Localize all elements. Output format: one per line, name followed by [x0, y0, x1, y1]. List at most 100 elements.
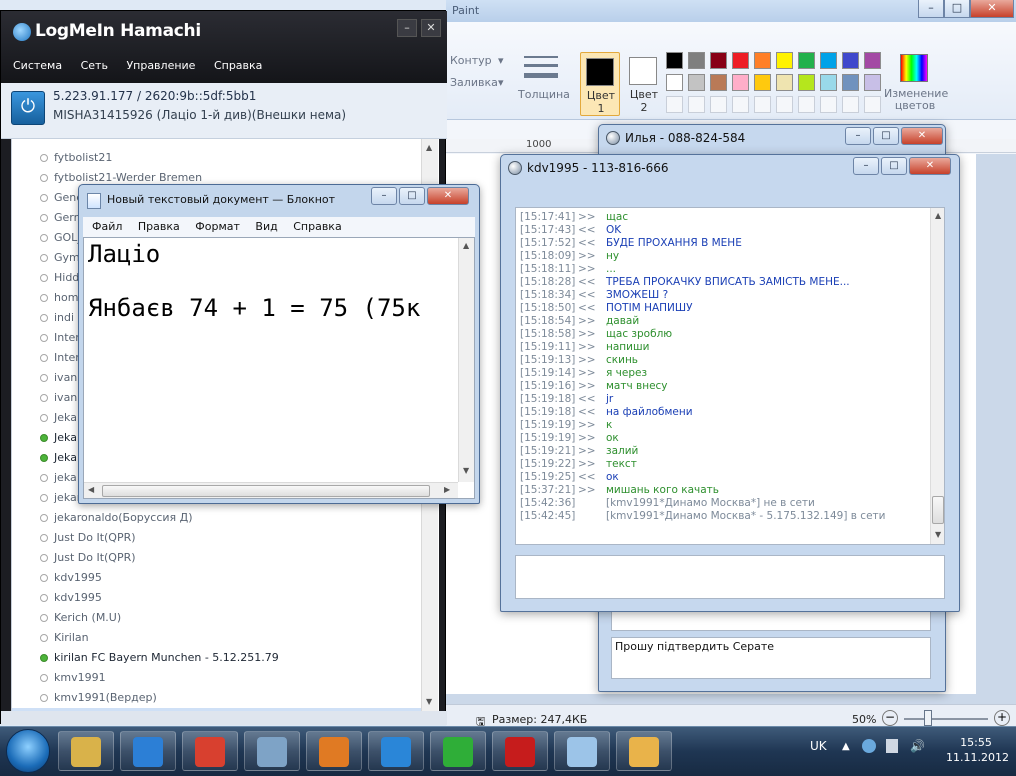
volume-icon[interactable]: 🔊 — [910, 739, 925, 753]
palette-swatch[interactable] — [732, 74, 749, 91]
tray-clock[interactable]: 15:55 11.11.2012 — [946, 735, 1009, 765]
chat-back-minimize-button[interactable]: – — [845, 127, 871, 145]
palette-swatch[interactable] — [666, 52, 683, 69]
zoom-out-button[interactable]: − — [882, 710, 898, 726]
chat-log-scrollbar[interactable]: ▲ ▼ — [930, 208, 944, 544]
peer-row[interactable]: fytbolist21 — [12, 148, 422, 168]
palette-swatch-empty[interactable] — [842, 96, 859, 113]
chat-back-input[interactable]: Прошу підтвердить Серате — [611, 637, 931, 679]
palette-swatch[interactable] — [710, 52, 727, 69]
palette-swatch[interactable] — [754, 52, 771, 69]
edit-colors-button[interactable]: Изменение цветов — [884, 88, 948, 112]
chat-back-maximize-button[interactable]: □ — [873, 127, 899, 145]
palette-swatch[interactable] — [776, 52, 793, 69]
peer-row[interactable]: kdv1995 — [12, 568, 422, 588]
taskbar-button[interactable] — [368, 731, 424, 771]
edit-colors-icon[interactable] — [900, 54, 928, 82]
scroll-down-icon[interactable]: ▼ — [463, 466, 469, 475]
outline-button[interactable]: Контур — [450, 54, 492, 67]
menu-format[interactable]: Формат — [195, 220, 240, 233]
taskbar-button[interactable] — [58, 731, 114, 771]
palette-swatch[interactable] — [864, 52, 881, 69]
palette-swatch[interactable] — [666, 74, 683, 91]
taskbar-button[interactable] — [554, 731, 610, 771]
scroll-down-icon[interactable]: ▼ — [935, 530, 941, 539]
scroll-left-icon[interactable]: ◀ — [88, 485, 94, 494]
palette-swatch-empty[interactable] — [710, 96, 727, 113]
menu-help[interactable]: Справка — [293, 220, 341, 233]
palette-swatch-empty[interactable] — [754, 96, 771, 113]
taskbar-button[interactable] — [306, 731, 362, 771]
taskbar-button[interactable] — [120, 731, 176, 771]
palette-swatch[interactable] — [820, 74, 837, 91]
zoom-slider-thumb[interactable] — [924, 710, 932, 726]
chat-scroll-thumb[interactable] — [932, 496, 944, 524]
horizontal-scroll-thumb[interactable] — [102, 485, 430, 497]
paint-maximize-button[interactable]: □ — [944, 0, 970, 18]
color2-button[interactable]: Цвет 2 — [624, 52, 664, 116]
notepad-close-button[interactable]: ✕ — [427, 187, 469, 205]
palette-swatch[interactable] — [798, 74, 815, 91]
scroll-down-icon[interactable]: ▼ — [426, 697, 432, 706]
palette-swatch[interactable] — [842, 52, 859, 69]
menu-system[interactable]: Система — [13, 59, 62, 72]
palette-swatch[interactable] — [754, 74, 771, 91]
tray-expand-icon[interactable]: ▲ — [842, 741, 850, 752]
chat-front-close-button[interactable]: ✕ — [909, 157, 951, 175]
language-indicator[interactable]: UK — [810, 739, 827, 753]
power-button[interactable]: ⏻ — [11, 91, 45, 125]
taskbar-button[interactable] — [616, 731, 672, 771]
hamachi-minimize-button[interactable]: – — [397, 19, 417, 37]
peer-row[interactable]: Just Do It(QPR) — [12, 528, 422, 548]
scroll-up-icon[interactable]: ▲ — [426, 143, 432, 152]
peer-row[interactable]: kirilan FC Bayern Munchen - 5.12.251.79 — [12, 648, 422, 668]
chat-message-log[interactable]: [15:17:41] >> щас [15:17:43] << OK [15:17:52] <… — [515, 207, 945, 545]
zoom-in-button[interactable]: + — [994, 710, 1010, 726]
chat-front-minimize-button[interactable]: – — [853, 157, 879, 175]
start-button[interactable] — [6, 729, 50, 773]
notepad-horizontal-scrollbar[interactable]: ◀ ▶ — [84, 482, 458, 498]
menu-help[interactable]: Справка — [214, 59, 262, 72]
notepad-maximize-button[interactable]: □ — [399, 187, 425, 205]
scroll-right-icon[interactable]: ▶ — [444, 485, 450, 494]
color1-button[interactable]: Цвет 1 — [580, 52, 620, 116]
palette-swatch[interactable] — [688, 74, 705, 91]
menu-file[interactable]: Файл — [92, 220, 122, 233]
menu-view[interactable]: Вид — [255, 220, 277, 233]
scroll-up-icon[interactable]: ▲ — [935, 211, 941, 220]
notepad-text-area[interactable]: Лаціо Янбаєв 74 + 1 = 75 (75к ▲ ▼ ◀ ▶ — [83, 237, 475, 499]
palette-swatch-empty[interactable] — [776, 96, 793, 113]
peer-row[interactable]: Just Do It(QPR) — [12, 548, 422, 568]
zoom-slider[interactable] — [904, 718, 988, 720]
paint-close-button[interactable]: ✕ — [970, 0, 1014, 18]
palette-swatch-empty[interactable] — [688, 96, 705, 113]
peer-row[interactable]: kmv1991(Вердер) — [12, 688, 422, 708]
palette-swatch[interactable] — [820, 52, 837, 69]
palette-swatch[interactable] — [864, 74, 881, 91]
battery-icon[interactable] — [886, 739, 898, 753]
network-status-icon[interactable] — [862, 739, 876, 753]
palette-swatch[interactable] — [710, 74, 727, 91]
hamachi-close-button[interactable]: ✕ — [421, 19, 441, 37]
palette-swatch[interactable] — [776, 74, 793, 91]
palette-swatch[interactable] — [842, 74, 859, 91]
notepad-vertical-scrollbar[interactable]: ▲ ▼ — [458, 238, 474, 482]
peer-row[interactable]: kmv1991 — [12, 668, 422, 688]
taskbar-button[interactable] — [244, 731, 300, 771]
menu-edit[interactable]: Правка — [138, 220, 180, 233]
palette-swatch-empty[interactable] — [666, 96, 683, 113]
taskbar-button[interactable] — [492, 731, 548, 771]
thickness-button[interactable]: Толщина — [518, 88, 570, 101]
fill-button[interactable]: Заливка — [450, 76, 498, 89]
chat-back-close-button[interactable]: ✕ — [901, 127, 943, 145]
peer-row[interactable]: Kirilan — [12, 628, 422, 648]
menu-network[interactable]: Сеть — [81, 59, 108, 72]
palette-swatch-empty[interactable] — [864, 96, 881, 113]
peer-row[interactable]: jekaronaldo(Борусcия Д) — [12, 508, 422, 528]
palette-swatch-empty[interactable] — [820, 96, 837, 113]
chat-message-input[interactable] — [515, 555, 945, 599]
palette-swatch-empty[interactable] — [798, 96, 815, 113]
peer-row[interactable]: Kerich (M.U) — [12, 608, 422, 628]
taskbar-button[interactable] — [182, 731, 238, 771]
peer-row[interactable]: kdv1995 — [12, 588, 422, 608]
